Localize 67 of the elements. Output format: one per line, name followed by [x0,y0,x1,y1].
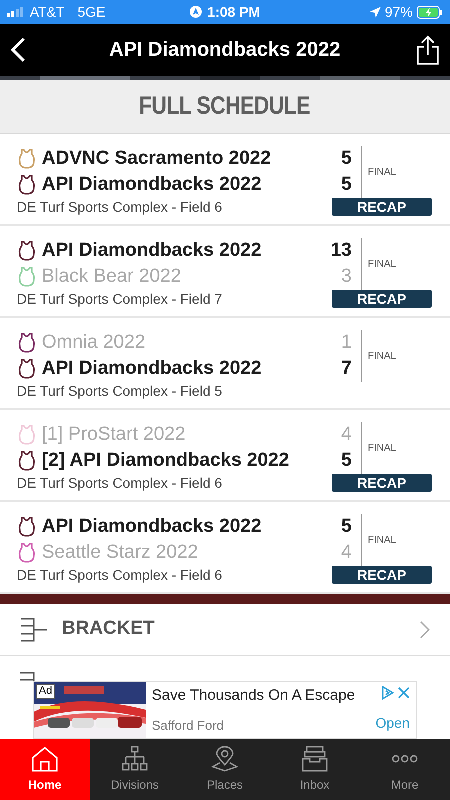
time-text: 1:08 PM [208,2,260,22]
bracket-icon [20,671,35,681]
team-name: [2] API Diamondbacks 2022 [42,448,290,473]
team-name: Seattle Starz 2022 [42,540,198,565]
game-status: FINAL [368,350,396,364]
ad-banner[interactable]: Ad Save Thousands On A Escape Safford Ford Open [33,681,417,739]
battery-text: 97% [384,2,413,22]
venue-text: DE Turf Sports Complex - Field 6 [17,566,224,585]
team-score: 1 [340,330,352,355]
venue-text: DE Turf Sports Complex - Field 5 [17,382,224,401]
section-title: FULL SCHEDULE [139,90,311,122]
ad-title: Save Thousands On A Escape [152,686,356,706]
recap-button[interactable]: RECAP [332,198,432,216]
tab[interactable]: Divisions [90,739,180,800]
link-label: BRACKET [62,617,156,642]
game-status: FINAL [368,258,396,272]
more-icon [391,754,419,762]
ad-advertiser: Safford Ford [152,716,226,734]
team-name: [1] ProStart 2022 [42,422,186,447]
team-name: Omnia 2022 [42,330,146,355]
inbox-icon [301,746,329,772]
team-name: API Diamondbacks 2022 [42,356,262,381]
game-status: FINAL [368,534,396,548]
team-name: API Diamondbacks 2022 [42,238,262,263]
team-name: API Diamondbacks 2022 [42,172,262,197]
team-score: 4 [340,540,352,565]
tab[interactable]: More [360,739,450,800]
team-score: 4 [340,422,352,447]
recap-button[interactable]: RECAP [332,566,432,584]
tab[interactable]: Home [0,739,90,800]
team-name: Black Bear 2022 [42,264,182,289]
ad-badge: Ad [36,684,56,699]
tab[interactable]: Places [180,739,270,800]
game-status: FINAL [368,166,396,180]
team-name: API Diamondbacks 2022 [42,514,262,539]
bracket-icon [20,616,48,642]
location-arrow-icon [370,6,381,18]
team-score: 13 [330,238,352,263]
carrier-text: AT&T [30,2,65,22]
recap-button[interactable]: RECAP [332,474,432,492]
battery-icon [417,6,443,18]
network-text: 5GE [78,2,106,22]
location-pin-icon [211,746,239,772]
venue-text: DE Turf Sports Complex - Field 6 [17,198,224,217]
team-score: 5 [340,172,352,197]
hierarchy-icon [121,746,149,772]
game-status: FINAL [368,442,396,456]
team-name: ADVNC Sacramento 2022 [42,146,272,171]
nav-title: API Diamondbacks 2022 [108,38,342,63]
team-score: 5 [340,146,352,171]
chevron-icon [420,620,430,638]
team-score: 3 [340,264,352,289]
team-score: 7 [340,356,352,381]
team-score: 5 [340,448,352,473]
signal-icon [7,7,25,17]
tab[interactable]: Inbox [270,739,360,800]
adchoices-icon [382,686,394,700]
home-icon [31,746,59,772]
recap-button[interactable]: RECAP [332,290,432,308]
back-icon [10,37,26,63]
navigation-badge-icon [190,6,202,18]
bracket-link[interactable]: BRACKET [0,604,450,656]
share-icon [416,35,440,65]
close-icon[interactable] [398,687,410,699]
team-score: 5 [340,514,352,539]
venue-text: DE Turf Sports Complex - Field 6 [17,474,224,493]
venue-text: DE Turf Sports Complex - Field 7 [17,290,224,309]
